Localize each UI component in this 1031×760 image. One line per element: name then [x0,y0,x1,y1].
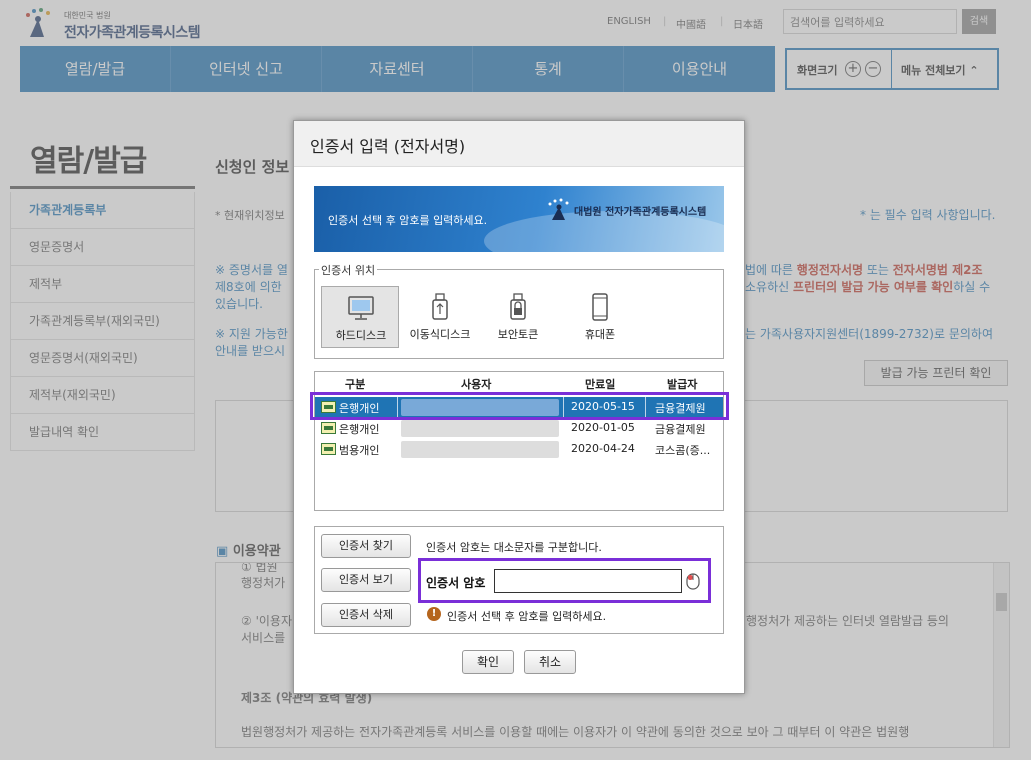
cert-user-redacted [401,441,559,458]
location-mobile-phone[interactable]: 휴대폰 [561,286,639,348]
certificate-row[interactable]: 범용개인 2020-04-24 코스콤(증... [315,439,723,460]
location-removable-disk[interactable]: 이동식디스크 [401,286,479,348]
location-hard-disk[interactable]: 하드디스크 [321,286,399,348]
cert-issuer: 코스콤(증... [655,444,711,457]
location-security-token[interactable]: 보안토큰 [479,286,557,348]
cert-type: 범용개인 [339,444,380,457]
cancel-button[interactable]: 취소 [524,650,576,674]
delete-certificate-button[interactable]: 인증서 삭제 [321,603,411,627]
password-warning: 인증서 선택 후 암호를 입력하세요. [447,610,607,623]
warning-icon: ! [427,607,441,621]
dialog-title: 인증서 입력 (전자서명) [310,137,466,156]
location-label: 이동식디스크 [409,328,471,341]
court-logo-icon [548,198,569,220]
certificate-row[interactable]: 은행개인 2020-01-05 금융결제원 [315,418,723,439]
cert-location-legend: 인증서 위치 [319,262,378,278]
cert-expiry: 2020-01-05 [571,421,635,434]
location-label: 휴대폰 [584,328,616,341]
ok-button[interactable]: 확인 [462,650,514,674]
cert-location-group: 인증서 위치 하드디스크 이동식디스크 보안토큰 휴대폰 [314,262,724,359]
column-header-issuer: 발급자 [667,378,698,391]
cert-expiry: 2020-04-24 [571,442,635,455]
banner-logo-text: 대법원 전자가족관계등록시스템 [574,207,707,218]
find-certificate-button[interactable]: 인증서 찾기 [321,534,411,558]
column-header-expiry: 만료일 [585,378,616,391]
column-header-type: 구분 [345,378,366,391]
banner-text: 인증서 선택 후 암호를 입력하세요. [328,214,488,227]
phone-icon [592,293,608,321]
password-highlight [418,558,711,603]
cert-issuer: 금융결제원 [655,423,706,436]
banner-logo: 대법원 전자가족관계등록시스템 [546,198,718,222]
certificate-dialog: 인증서 입력 (전자서명) 인증서 선택 후 암호를 입력하세요. 대법원 전자… [293,120,745,694]
case-sensitive-note: 인증서 암호는 대소문자를 구분합니다. [426,541,602,554]
selected-row-highlight [310,392,729,420]
location-label: 하드디스크 [335,329,387,342]
cert-type: 은행개인 [339,423,380,436]
location-label: 보안토큰 [497,328,539,341]
dialog-banner: 인증서 선택 후 암호를 입력하세요. 대법원 전자가족관계등록시스템 [314,186,724,252]
column-header-user: 사용자 [461,378,492,391]
certificate-icon [321,443,336,455]
lock-token-icon [510,293,526,320]
view-certificate-button[interactable]: 인증서 보기 [321,568,411,592]
dialog-header: 인증서 입력 (전자서명) [294,121,744,167]
certificate-icon [321,422,336,434]
cert-user-redacted [401,420,559,437]
monitor-icon [348,296,374,320]
usb-icon [432,293,448,320]
